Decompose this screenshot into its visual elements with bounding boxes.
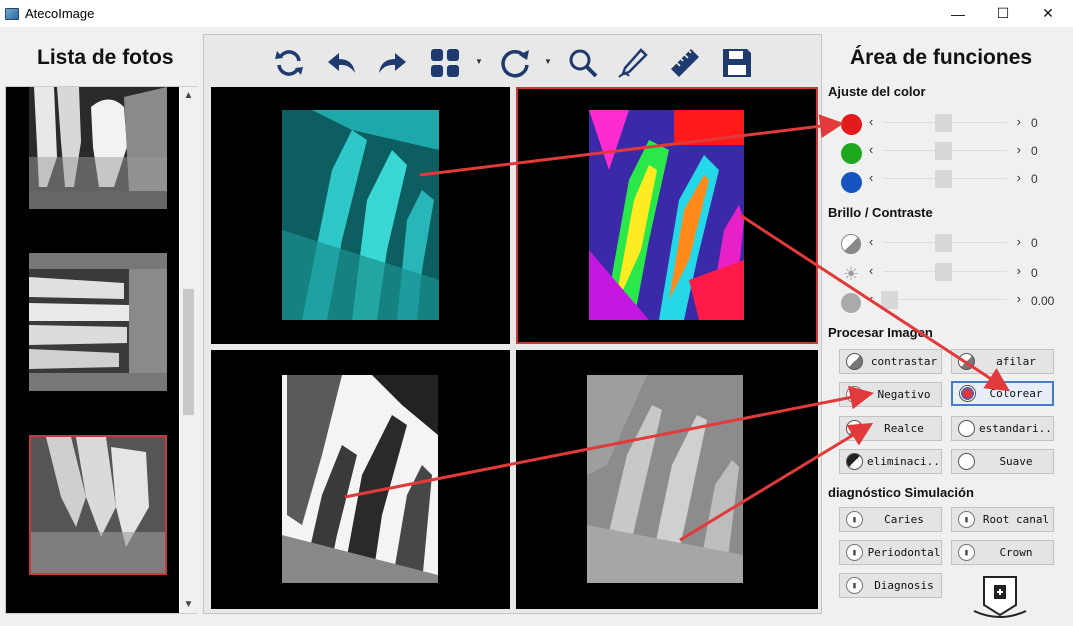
magnifier-icon[interactable]	[566, 46, 600, 80]
green-slider[interactable]: ‹ ›	[869, 142, 1021, 160]
thumbnail-2[interactable]	[29, 253, 167, 391]
color-adjust-heading: Ajuste del color	[828, 84, 926, 99]
rotate-icon[interactable]	[498, 46, 532, 80]
brightness-icon: ☀	[842, 264, 860, 284]
image-pane-colorized[interactable]	[516, 87, 818, 344]
colorize-button[interactable]: Colorear	[951, 381, 1054, 406]
contrast-value: 0	[1031, 236, 1038, 250]
adae-logo	[970, 571, 1030, 621]
rotate-dropdown-icon[interactable]: ▼	[544, 57, 552, 66]
sharpen-icon	[958, 353, 975, 370]
diagnosis-button[interactable]: ▮ Diagnosis	[839, 573, 942, 598]
brightness-slider[interactable]: ‹ ›	[869, 263, 1021, 281]
window-title: AtecoImage	[25, 6, 95, 21]
blue-slider[interactable]: ‹ ›	[869, 170, 1021, 188]
photo-list-panel: ▲ ▼	[5, 86, 197, 614]
grid-layout-icon[interactable]	[428, 46, 462, 80]
smooth-wave-icon	[958, 453, 975, 470]
xray-thumb-3	[31, 437, 165, 573]
thumbnail-1[interactable]	[29, 87, 167, 209]
redo-icon[interactable]	[376, 46, 410, 80]
xray-emboss	[587, 375, 743, 583]
standardize-button[interactable]: estandari...	[951, 416, 1054, 441]
refresh-icon[interactable]	[272, 46, 306, 80]
close-button[interactable]: ✕	[1025, 0, 1071, 27]
negative-button[interactable]: ▮ Negativo	[839, 382, 942, 407]
scroll-up-arrow[interactable]: ▲	[180, 87, 197, 104]
gamma-icon	[841, 293, 861, 313]
periodontal-tooth-icon: ▮	[846, 544, 863, 561]
diagnosis-simulation-heading: diagnóstico Simulación	[828, 485, 974, 500]
eliminate-icon	[846, 453, 863, 470]
contrast-icon	[841, 234, 861, 254]
tooth-icon: ▮	[846, 511, 863, 528]
xray-cyan	[282, 110, 439, 320]
minimize-button[interactable]: —	[935, 0, 981, 27]
gamma-value: 0.00	[1031, 294, 1055, 308]
brightness-contrast-heading: Brillo / Contraste	[828, 205, 933, 220]
undo-icon[interactable]	[324, 46, 358, 80]
scroll-thumb[interactable]	[183, 289, 194, 415]
crown-button[interactable]: ▮ Crown	[951, 540, 1054, 565]
green-value: 0	[1031, 144, 1038, 158]
sharpen-button[interactable]: afilar	[951, 349, 1054, 374]
caries-button[interactable]: ▮ Caries	[839, 507, 942, 532]
xray-enhanced	[282, 375, 438, 583]
enhance-icon	[846, 420, 863, 437]
photo-list-heading: Lista de fotos	[37, 46, 174, 69]
blue-value: 0	[1031, 172, 1038, 186]
brightness-value: 0	[1031, 266, 1038, 280]
ruler-icon[interactable]	[668, 46, 702, 80]
contrast-slider[interactable]: ‹ ›	[869, 234, 1021, 252]
image-workspace: ▼ ▼	[203, 34, 822, 614]
maximize-button[interactable]: ☐	[980, 0, 1026, 27]
process-image-heading: Procesar Imagen	[828, 325, 933, 340]
title-bar: AtecoImage — ☐ ✕	[0, 0, 1073, 27]
xray-thumb-2	[29, 269, 167, 373]
thumbnail-3[interactable]	[29, 435, 167, 575]
crown-tooth-icon: ▮	[958, 544, 975, 561]
xray-colorized	[589, 110, 744, 320]
contrast-button[interactable]: contrastar	[839, 349, 942, 374]
diagnosis-tooth-icon: ▮	[846, 577, 863, 594]
root-canal-button[interactable]: ▮ Root canal	[951, 507, 1054, 532]
colorize-icon	[959, 385, 976, 402]
smooth-button[interactable]: Suave	[951, 449, 1054, 474]
xray-thumb-1	[29, 87, 167, 191]
green-channel-icon	[841, 143, 862, 164]
contrast-button-icon	[846, 353, 863, 370]
eliminate-button[interactable]: eliminaci...	[839, 449, 942, 474]
negative-icon: ▮	[846, 386, 863, 403]
standardize-icon	[958, 420, 975, 437]
image-pane-enhanced[interactable]	[211, 350, 510, 609]
enhance-button[interactable]: Realce	[839, 416, 942, 441]
red-value: 0	[1031, 116, 1038, 130]
root-canal-tooth-icon: ▮	[958, 511, 975, 528]
red-channel-icon	[841, 114, 862, 135]
periodontal-button[interactable]: ▮ Periodontal	[839, 540, 942, 565]
scroll-down-arrow[interactable]: ▼	[180, 596, 197, 613]
pen-icon[interactable]	[616, 46, 650, 80]
gamma-slider[interactable]: ‹ ›	[869, 291, 1021, 309]
blue-channel-icon	[841, 172, 862, 193]
image-pane-cyan[interactable]	[211, 87, 510, 344]
thumbnail-list	[6, 87, 179, 613]
thumbnail-scrollbar[interactable]: ▲ ▼	[180, 87, 197, 613]
layout-dropdown-icon[interactable]: ▼	[475, 57, 483, 66]
red-slider[interactable]: ‹ ›	[869, 114, 1021, 132]
functions-heading: Área de funciones	[850, 46, 1033, 69]
save-icon[interactable]	[720, 46, 754, 80]
image-pane-emboss[interactable]	[516, 350, 818, 609]
app-icon	[5, 7, 19, 20]
